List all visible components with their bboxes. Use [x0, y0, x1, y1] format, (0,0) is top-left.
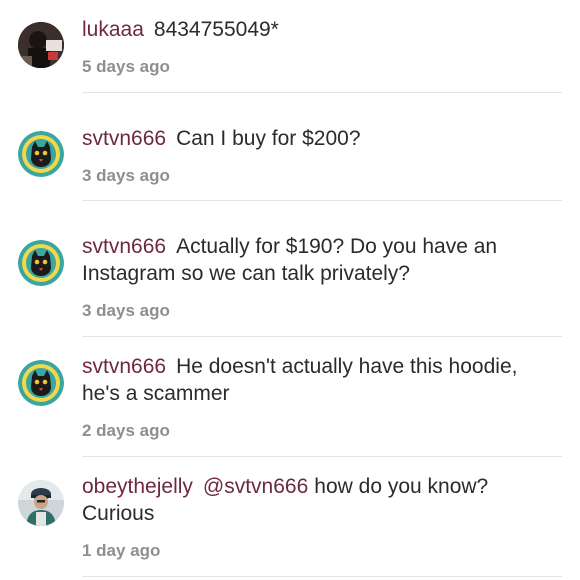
avatar[interactable]: [18, 240, 64, 286]
cat-badge-icon: [18, 131, 64, 177]
comment-username[interactable]: svtvn666: [82, 127, 166, 150]
cat-badge-icon: [18, 240, 64, 286]
comment-timestamp: 3 days ago: [82, 301, 170, 320]
cat-badge-icon: [18, 360, 64, 406]
comment-username[interactable]: obeythejelly: [82, 475, 193, 498]
comment-timestamp: 5 days ago: [82, 57, 170, 76]
comment-username[interactable]: lukaaa: [82, 18, 144, 41]
divider: [82, 576, 562, 577]
divider: [82, 200, 562, 201]
comment-mention[interactable]: @svtvn666: [203, 475, 308, 498]
comment-username[interactable]: svtvn666: [82, 235, 166, 258]
comment-username[interactable]: svtvn666: [82, 355, 166, 378]
avatar[interactable]: [18, 480, 64, 526]
avatar[interactable]: [18, 360, 64, 406]
comment-timestamp: 3 days ago: [82, 166, 170, 185]
comment-timestamp: 2 days ago: [82, 421, 170, 440]
comment-timestamp: 1 day ago: [82, 541, 161, 560]
divider: [82, 456, 562, 457]
divider: [82, 92, 562, 93]
user-photo-dark-icon: [18, 22, 64, 68]
comment-text: Can I buy for $200?: [176, 127, 361, 150]
user-photo-cap-icon: [18, 480, 64, 526]
avatar[interactable]: [18, 22, 64, 68]
avatar[interactable]: [18, 131, 64, 177]
divider: [82, 336, 562, 337]
comment-text: 8434755049*: [153, 18, 279, 41]
